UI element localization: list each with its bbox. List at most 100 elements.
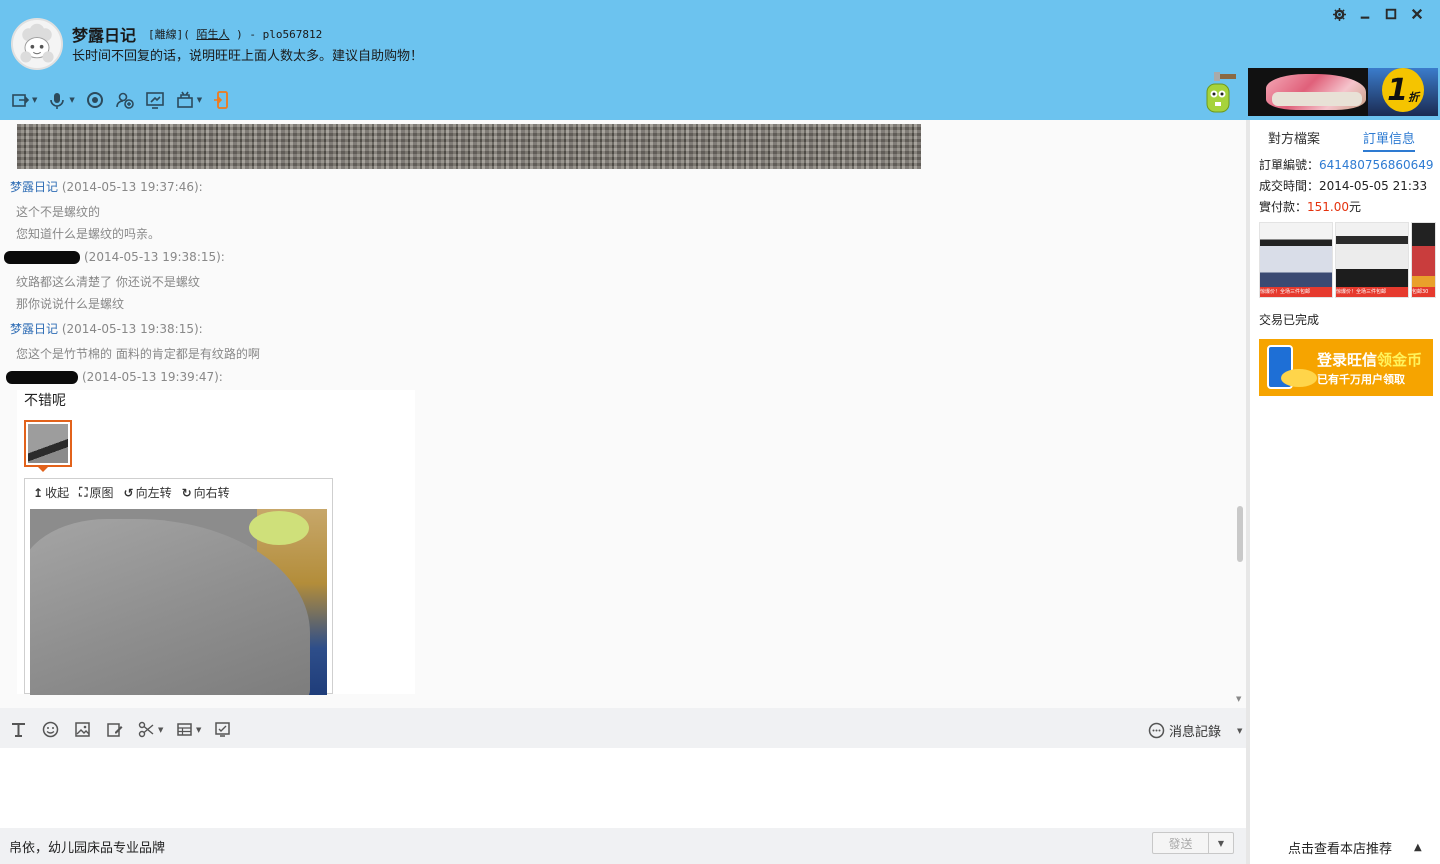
thumbnail-pointer <box>37 466 49 472</box>
image-viewer-toolbar: ↥ 收起 ⛶ 原图 ↺ 向左转 ↻ 向右转 <box>25 479 332 506</box>
gear-icon[interactable] <box>1332 7 1346 21</box>
paid-unit: 元 <box>1349 200 1362 214</box>
redacted-sender <box>4 251 80 264</box>
close-icon[interactable] <box>1410 7 1424 21</box>
message-header: 梦露日记 (2014-05-13 19:37:46): <box>10 178 203 195</box>
emoji-icon <box>42 721 59 738</box>
image-shoe <box>249 511 309 545</box>
product-tag: 惊爆价！全场三件包邮 <box>1336 287 1408 297</box>
add-contact-button[interactable] <box>115 89 135 111</box>
message-time: (2014-05-13 19:38:15): <box>61 322 203 336</box>
message-area[interactable]: 梦露日记 (2014-05-13 19:37:46): 这个不是螺纹的 您知道什… <box>0 120 1246 708</box>
scroll-down-arrow[interactable]: ▼ <box>1236 695 1241 703</box>
paid-label: 實付款： <box>1259 200 1308 214</box>
message-header: (2014-05-13 19:39:47): <box>6 370 223 384</box>
video-icon <box>86 92 103 108</box>
ribbed-fabric-image[interactable] <box>17 124 921 169</box>
message-input[interactable] <box>0 748 1246 828</box>
recommend-label: 点击查看本店推荐 <box>1288 842 1393 857</box>
discount-badge: 1折 <box>1382 68 1424 112</box>
shoe-banner-ad[interactable]: 1折 <box>1248 68 1438 116</box>
mascot-icon[interactable] <box>1204 72 1236 114</box>
contact-signature: 长时间不回复的话，说明旺旺上面人数太多。建议自助购物！ <box>72 49 424 64</box>
input-footer: 帛依，幼儿园床品专业品牌 發送 ▼ <box>0 828 1246 864</box>
chevron-down-icon: ▼ <box>1237 726 1243 735</box>
rotate-right-label: 向右转 <box>193 486 230 500</box>
send-options-icon[interactable]: ▼ <box>1209 833 1233 853</box>
scrollbar-thumb[interactable] <box>1237 506 1243 562</box>
product-thumbnail[interactable]: 惊爆价！全场三件包邮 <box>1335 222 1409 298</box>
voice-button[interactable]: ▼ <box>47 89 75 111</box>
screen-button[interactable] <box>214 721 231 738</box>
image-button[interactable] <box>74 721 91 738</box>
coin-ad-subtitle: 已有千万用户领取 <box>1317 373 1405 386</box>
remote-assist-button[interactable]: ▼ <box>175 89 202 111</box>
contact-nickname: 梦露日记 <box>72 26 137 45</box>
product-image <box>1260 223 1332 289</box>
add-contact-icon <box>115 92 134 109</box>
mobile-icon <box>214 91 229 109</box>
paid-value: 151.00 <box>1307 200 1350 214</box>
send-button[interactable]: 發送 ▼ <box>1152 832 1234 854</box>
paid-amount: 實付款：151.00元 <box>1259 198 1361 215</box>
rotate-right-button[interactable]: ↻ 向右转 <box>182 484 230 501</box>
product-thumbnail[interactable]: 惊爆价！全场三件包邮 <box>1259 222 1333 298</box>
avatar[interactable] <box>11 18 63 70</box>
message-history-button[interactable]: 消息記錄 ▼ <box>1148 721 1242 740</box>
shop-recommend-link[interactable]: 点击查看本店推荐 ▲ <box>1288 838 1422 857</box>
image-thumbnail[interactable] <box>24 420 72 467</box>
send-label: 發送 <box>1153 833 1209 853</box>
chevron-down-icon: ▼ <box>196 725 202 734</box>
chevron-up-icon[interactable]: ▲ <box>1414 842 1422 853</box>
font-button[interactable] <box>10 721 27 738</box>
rotate-left-button[interactable]: ↺ 向左转 <box>124 484 172 501</box>
sender-name[interactable]: 梦露日记 <box>10 180 58 194</box>
status-label: [離線]( <box>148 28 190 41</box>
wangxin-coin-ad[interactable]: 登录旺信领金币 已有千万用户领取 <box>1259 339 1433 396</box>
order-number-label: 訂單編號： <box>1259 158 1320 172</box>
tab-order-info[interactable]: 訂單信息 <box>1363 128 1416 152</box>
product-tag: 惊爆价！全场三件包邮 <box>1260 287 1332 297</box>
redacted-sender <box>6 371 78 384</box>
tab-contact-profile[interactable]: 對方檔案 <box>1268 128 1320 150</box>
table-icon <box>177 723 192 736</box>
screenshot-button[interactable]: ▼ <box>138 721 163 738</box>
product-thumbnail[interactable]: 包邮30 <box>1411 222 1436 298</box>
chevron-down-icon: ▼ <box>32 96 38 104</box>
video-button[interactable] <box>85 89 105 111</box>
deal-status: 交易已完成 <box>1259 313 1320 327</box>
history-label: 消息記錄 <box>1169 725 1222 740</box>
edit-button[interactable] <box>106 721 123 738</box>
discount-unit: 折 <box>1407 91 1419 104</box>
mobile-button[interactable] <box>212 89 232 111</box>
minimize-icon[interactable] <box>1358 7 1372 21</box>
sender-name[interactable]: 梦露日记 <box>10 322 58 336</box>
status-link[interactable]: 陌生人 <box>197 28 230 41</box>
table-button[interactable]: ▼ <box>176 721 201 738</box>
product-image <box>1336 223 1408 289</box>
emoji-button[interactable] <box>42 721 59 738</box>
collapse-button[interactable]: ↥ 收起 <box>33 484 69 501</box>
order-number-value[interactable]: 641480756860649 <box>1319 158 1434 172</box>
message-text: 那你说说什么是螺纹 <box>16 297 125 311</box>
rotate-left-label: 向左转 <box>135 486 172 500</box>
window-controls <box>1332 7 1424 21</box>
deal-time-label: 成交時間： <box>1259 179 1320 193</box>
image-viewer: ↥ 收起 ⛶ 原图 ↺ 向左转 ↻ 向右转 <box>24 478 333 695</box>
input-toolbar: ▼ ▼ 消息記錄 ▼ <box>0 708 1246 748</box>
product-image <box>1412 223 1435 289</box>
original-button[interactable]: ⛶ 原图 <box>79 484 113 501</box>
chevron-down-icon: ▼ <box>69 96 75 104</box>
message-time: (2014-05-13 19:37:46): <box>61 180 203 194</box>
side-panel: 對方檔案 訂單信息 訂單編號：641480756860649 成交時間：2014… <box>1250 120 1440 864</box>
voice-icon <box>50 93 65 109</box>
discount-number: 1 <box>1387 72 1408 108</box>
enlarged-image[interactable] <box>30 509 327 695</box>
rotate-left-icon: ↺ <box>123 485 134 500</box>
shop-name: 帛依，幼儿园床品专业品牌 <box>9 841 166 856</box>
message-text: 不错呢 <box>24 393 66 409</box>
send-file-button[interactable]: ▼ <box>10 89 37 111</box>
product-list: 惊爆价！全场三件包邮 惊爆价！全场三件包邮 包邮30 <box>1259 222 1440 298</box>
maximize-icon[interactable] <box>1384 7 1398 21</box>
screen-share-button[interactable] <box>145 89 165 111</box>
